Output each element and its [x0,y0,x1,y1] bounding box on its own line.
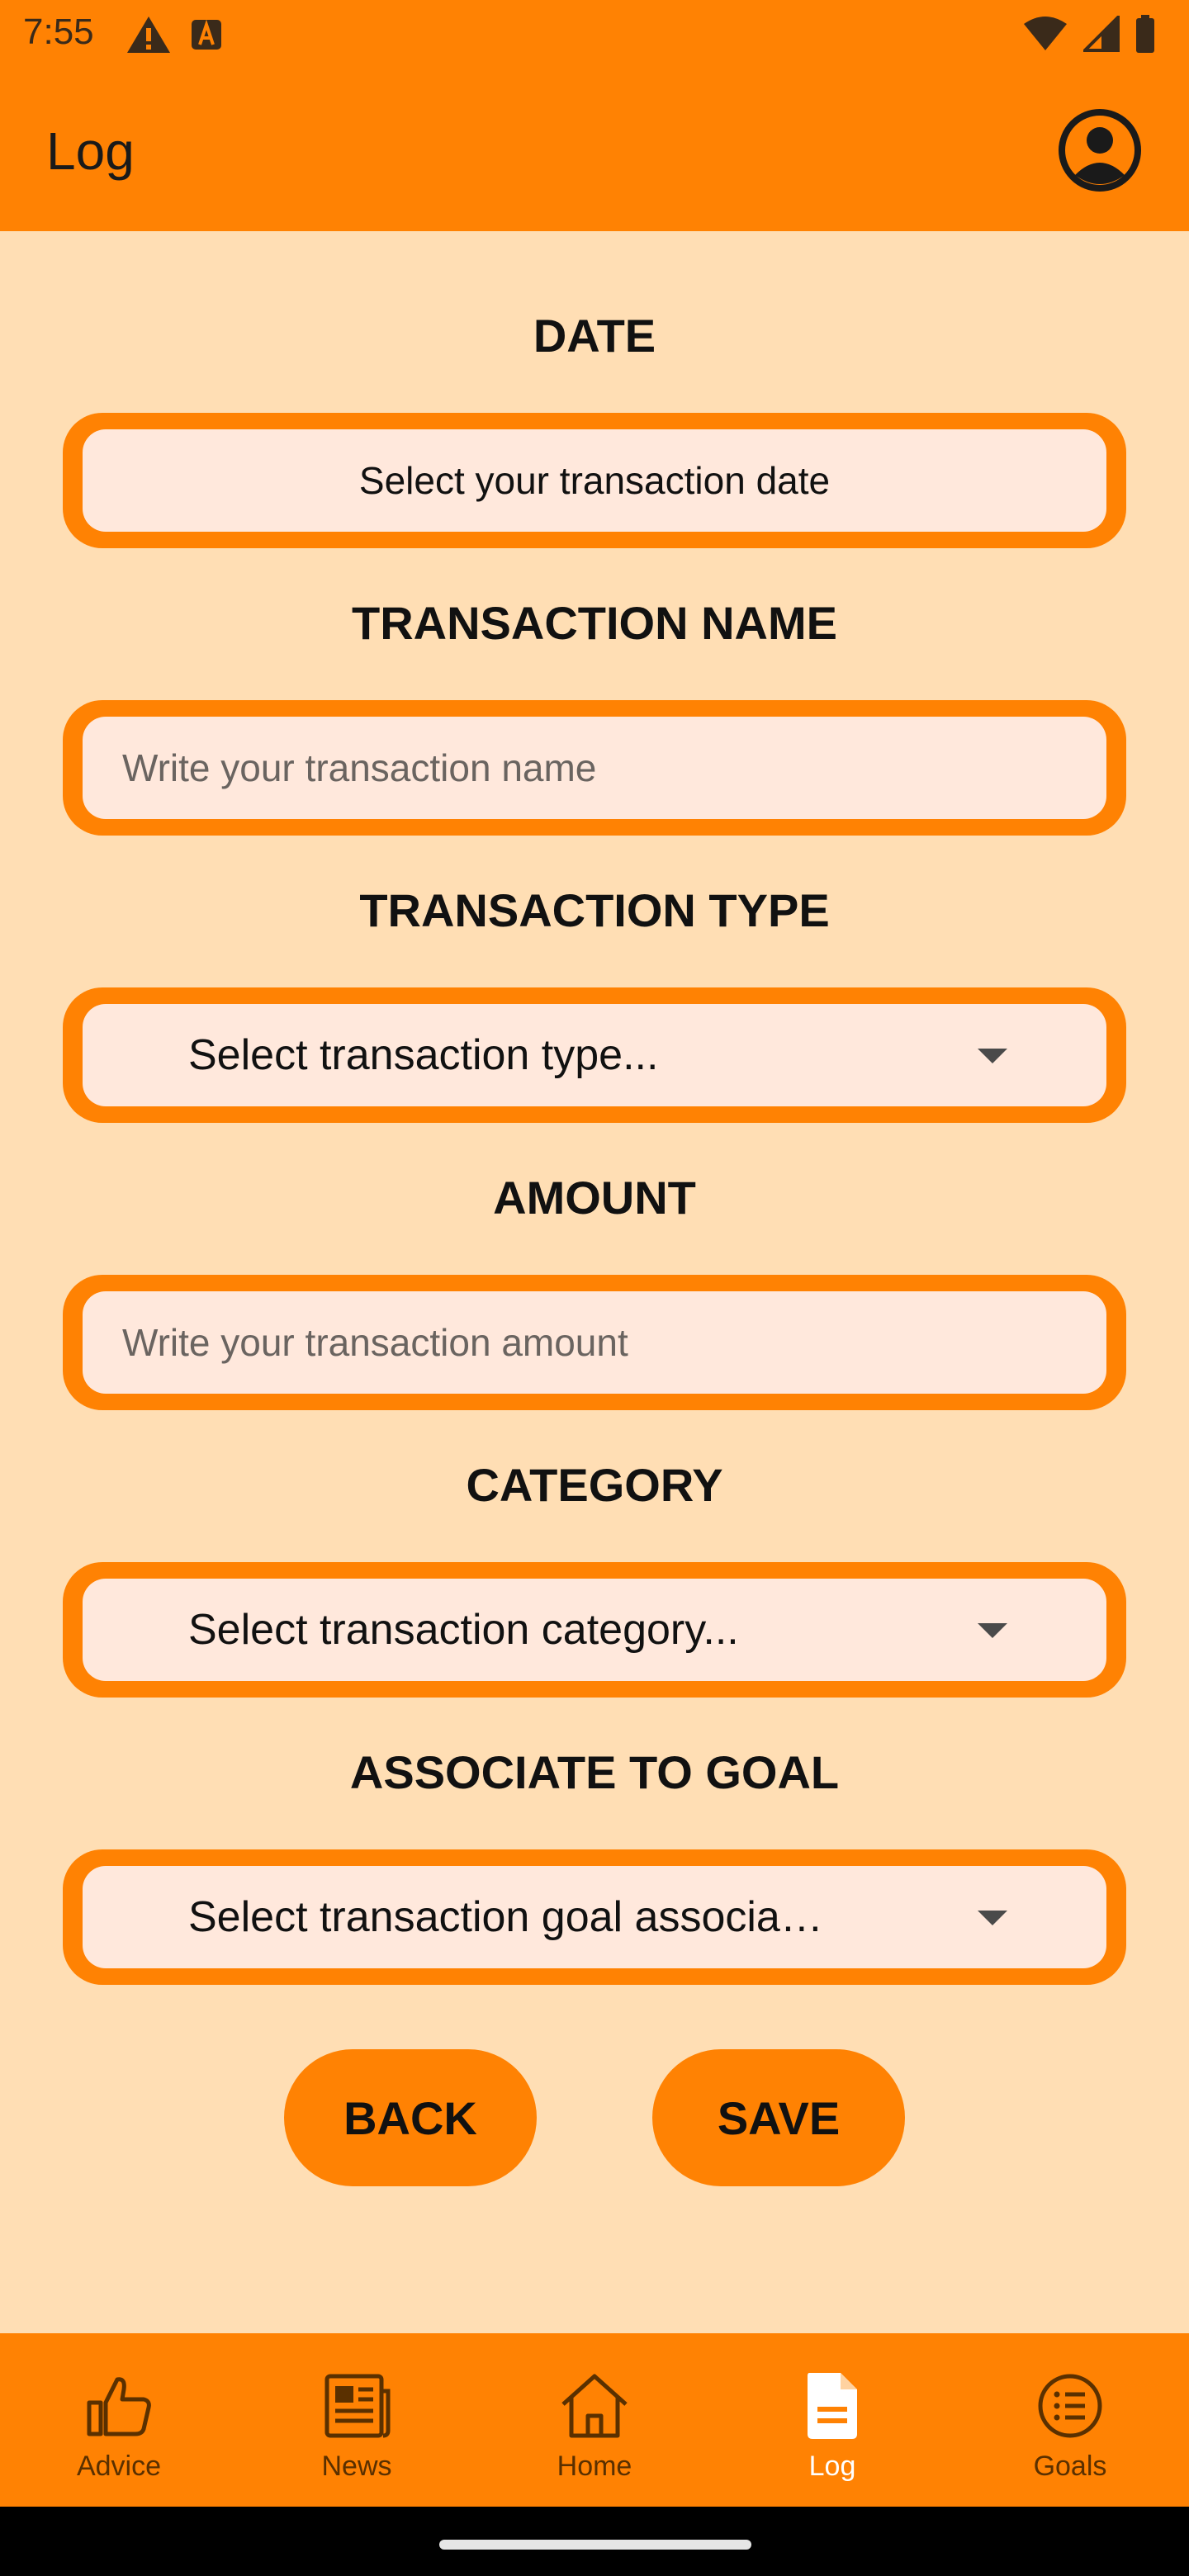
category-value: Select transaction category... [188,1606,739,1654]
goal-label: ASSOCIATE TO GOAL [349,1746,840,1798]
gesture-area [0,2507,1189,2576]
category-label: CATEGORY [466,1459,723,1511]
date-label: DATE [533,310,656,362]
nav-label-log: Log [808,2451,856,2482]
nav-label-advice: Advice [76,2451,162,2482]
date-field[interactable]: Select your transaction date [63,413,1126,548]
wifi-icon [1024,17,1067,50]
nav-label-home: Home [557,2451,632,2482]
transaction-type-value: Select transaction type... [188,1031,659,1079]
home-gesture-handle[interactable] [439,2540,751,2550]
nav-label-news: News [321,2451,392,2482]
nav-item-news[interactable]: News [238,2333,476,2507]
save-button[interactable]: SAVE [652,2049,905,2186]
amount-field[interactable]: Write your transaction amount [63,1275,1126,1410]
nav-item-advice[interactable]: Advice [0,2333,238,2507]
nav-item-home[interactable]: Home [476,2333,713,2507]
system-icons [1022,15,1156,53]
battery-icon [1136,15,1154,53]
profile-button[interactable] [1057,107,1143,193]
goal-value: Select transaction goal associa… [188,1893,823,1941]
newspaper-icon [324,2374,391,2438]
signal-icon [1083,16,1120,52]
back-button[interactable]: BACK [284,2049,537,2186]
nav-label-goals: Goals [1033,2451,1107,2482]
amount-label: AMOUNT [493,1172,696,1224]
app-bar: Log [0,69,1189,231]
transaction-type-label: TRANSACTION TYPE [359,884,830,936]
warning-icon [127,17,170,53]
transaction-type-dropdown[interactable]: Select transaction type... [83,1004,1106,1106]
category-dropdown[interactable]: Select transaction category... [83,1579,1106,1681]
transaction-name-input[interactable]: Write your transaction name [83,717,1106,819]
category-field[interactable]: Select transaction category... [63,1562,1126,1698]
goal-field[interactable]: Select transaction goal associa… [63,1849,1126,1985]
transaction-type-field[interactable]: Select transaction type... [63,987,1126,1123]
account-circle-icon [1059,109,1141,192]
dropdown-arrow-icon [978,1049,1007,1063]
bottom-nav: Advice News Home Log Goals [0,2333,1189,2507]
dropdown-arrow-icon [978,1911,1007,1925]
transaction-name-label: TRANSACTION NAME [352,597,837,649]
nav-item-goals[interactable]: Goals [951,2333,1189,2507]
status-bar: 7:55 [0,0,1189,69]
transaction-name-field[interactable]: Write your transaction name [63,700,1126,836]
notification-icons [126,15,223,54]
home-icon [561,2374,628,2438]
dropdown-arrow-icon [978,1623,1007,1638]
amount-input[interactable]: Write your transaction amount [83,1291,1106,1394]
page-title: Log [46,121,135,181]
goal-dropdown[interactable]: Select transaction goal associa… [83,1866,1106,1968]
document-icon [808,2373,857,2439]
thumbs-up-icon [87,2377,151,2436]
status-time: 7:55 [23,12,94,52]
list-icon [1038,2374,1102,2438]
date-picker[interactable]: Select your transaction date [83,429,1106,532]
nav-item-log[interactable]: Log [713,2333,951,2507]
autofill-icon [192,19,221,50]
